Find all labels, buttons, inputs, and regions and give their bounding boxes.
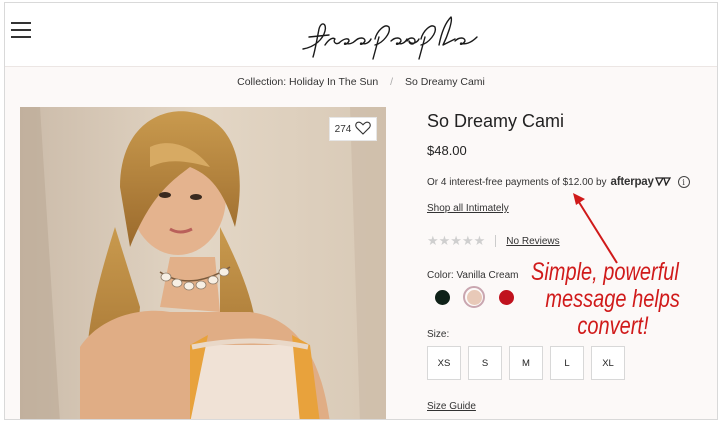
annotation-arrow-icon [573,193,618,264]
annotation-callout: Simple, powerful message helps convert! [531,259,683,340]
afterpay-logo: afterpay [611,176,671,188]
size-button[interactable]: XL [591,346,625,380]
product-price: $48.00 [427,143,467,158]
size-label: Size: [427,329,450,340]
color-swatches [431,286,517,308]
size-options: XS S M L XL [427,346,625,380]
breadcrumb: Collection: Holiday In The Sun / So Drea… [5,76,717,88]
size-button[interactable]: S [468,346,502,380]
breadcrumb-separator: / [390,76,394,88]
heart-icon [355,121,372,138]
rating-row: ★★★★★ No Reviews [427,233,560,249]
annotation-line-2: message helps [545,285,680,313]
free-people-logo[interactable] [295,9,485,61]
size-guide-link[interactable]: Size Guide [427,401,476,412]
page-frame: Collection: Holiday In The Sun / So Drea… [4,2,718,420]
star-rating-icon: ★★★★★ [427,233,486,248]
wishlist-button[interactable]: 274 [329,117,377,141]
swatch-fill [466,289,482,305]
annotation-line-3: convert! [577,312,649,340]
swatch-fill [434,289,450,305]
site-header [5,3,717,67]
color-swatch[interactable] [431,286,453,308]
hamburger-menu-icon[interactable] [11,22,31,38]
afterpay-message: Or 4 interest-free payments of $12.00 by… [427,176,690,188]
size-button[interactable]: L [550,346,584,380]
annotation-line-1: Simple, powerful [531,258,679,286]
color-swatch[interactable] [463,286,485,308]
info-icon[interactable]: i [677,176,690,188]
wishlist-count: 274 [334,123,352,135]
product-title: So Dreamy Cami [427,111,565,131]
product-image[interactable] [20,107,386,419]
size-button[interactable]: M [509,346,543,380]
breadcrumb-collection-link[interactable]: Collection: Holiday In The Sun [237,76,378,88]
shop-all-link[interactable]: Shop all Intimately [427,203,509,214]
color-label: Color: Vanilla Cream [427,270,519,281]
no-reviews-link[interactable]: No Reviews [506,236,559,247]
breadcrumb-current[interactable]: So Dreamy Cami [405,76,485,88]
color-swatch[interactable] [495,286,517,308]
rating-divider [495,235,497,247]
swatch-fill [498,289,514,305]
size-button[interactable]: XS [427,346,461,380]
afterpay-text: Or 4 interest-free payments of $12.00 by [427,176,607,188]
